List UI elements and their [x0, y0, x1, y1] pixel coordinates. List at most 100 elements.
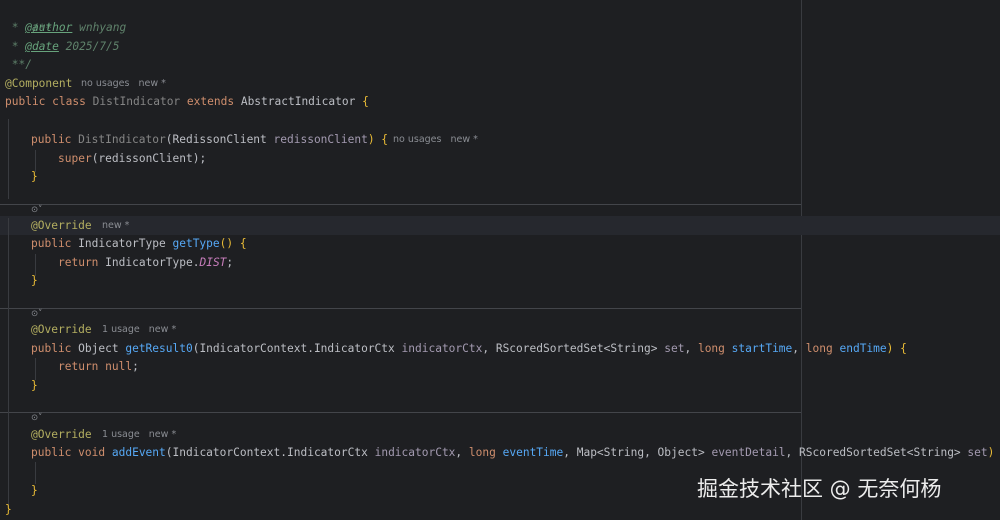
keyword-super: super: [58, 152, 92, 165]
keyword-public: public: [31, 133, 72, 146]
keyword-public: public: [31, 237, 72, 250]
method-brace-close: }: [31, 274, 38, 287]
class-brace-open: {: [362, 95, 369, 108]
method-open: ) {: [886, 342, 907, 355]
code-line-constructor-end[interactable]: }: [31, 167, 38, 186]
doc-date-tag: @date: [25, 40, 59, 53]
param-name: indicatorCtx: [401, 342, 483, 355]
override-gutter-icon[interactable]: ⊙˅: [31, 205, 42, 215]
constructor-usages-hint[interactable]: no usages new *: [393, 134, 478, 146]
param-name: indicatorCtx: [374, 446, 456, 459]
method-usages-hint[interactable]: 1 usage new *: [102, 324, 176, 336]
method-brace-close: }: [31, 379, 38, 392]
code-line-override-annotation[interactable]: @Override: [31, 320, 92, 339]
param-name: eventDetail: [711, 446, 786, 459]
code-line-class-declaration[interactable]: public class DistIndicator extends Abstr…: [5, 92, 369, 111]
code-line-return-null[interactable]: return null;: [58, 357, 139, 376]
indent-guide: [8, 119, 9, 199]
code-line-doc-close[interactable]: **/: [5, 55, 32, 74]
param-name: set: [664, 342, 685, 355]
code-line-doc-date[interactable]: * @date 2025/7/5: [5, 37, 120, 56]
enum-constant: DIST: [199, 256, 227, 269]
return-type: Object: [78, 342, 119, 355]
doc-author-tag: @author: [25, 21, 73, 34]
param-name: endTime: [839, 342, 887, 355]
doc-comment-prefix: *: [5, 40, 26, 53]
code-line-return-dist[interactable]: return IndicatorType.DIST;: [58, 253, 233, 272]
indent-guide: [8, 218, 9, 508]
method-open: ) {: [987, 446, 995, 459]
override-annotation: @Override: [31, 323, 92, 336]
class-brace-close: }: [5, 503, 12, 516]
code-line-component-annotation[interactable]: @Component: [5, 74, 72, 93]
param-name: set: [967, 446, 988, 459]
parent-class-name: AbstractIndicator: [240, 95, 356, 108]
override-gutter-icon[interactable]: ⊙˅: [31, 309, 42, 319]
constructor-name: DistIndicator: [78, 133, 166, 146]
param-type: , RScoredSortedSet<String>: [785, 446, 961, 459]
doc-date-value: 2025/7/5: [58, 40, 120, 53]
code-editor[interactable]: /** * @author wnhyang * @date 2025/7/5 *…: [0, 0, 1000, 520]
method-name: addEvent: [111, 446, 166, 459]
code-line-constructor-signature[interactable]: public DistIndicator(RedissonClient redi…: [31, 130, 388, 149]
keyword-long: long: [805, 342, 833, 355]
keyword-public: public: [31, 446, 72, 459]
class-usages-hint[interactable]: no usages new *: [81, 78, 166, 90]
method-name: getResult0: [125, 342, 193, 355]
class-name: DistIndicator: [92, 95, 181, 108]
code-line-addevent-end[interactable]: }: [31, 481, 38, 500]
code-line-override-annotation[interactable]: @Override: [31, 425, 92, 444]
code-line-addevent-signature[interactable]: public void addEvent(IndicatorContext.In…: [31, 443, 1000, 462]
doc-comment-close: **/: [5, 58, 32, 71]
method-usages-hint[interactable]: 1 usage new *: [102, 429, 176, 441]
code-line-gettype-signature[interactable]: public IndicatorType getType() {: [31, 234, 247, 253]
param-type: , RScoredSortedSet<String>: [482, 342, 658, 355]
code-line-getresult-end[interactable]: }: [31, 376, 38, 395]
method-separator: [0, 412, 801, 413]
param-type: RedissonClient: [172, 133, 267, 146]
code-line-doc-open[interactable]: /**: [5, 0, 52, 35]
keyword-public: public: [5, 95, 46, 108]
param-name: startTime: [731, 342, 793, 355]
method-brace-close: }: [31, 484, 38, 497]
keyword-long: long: [468, 446, 496, 459]
code-line-doc-author[interactable]: * @author wnhyang: [5, 18, 127, 37]
keyword-return: return: [58, 360, 99, 373]
keyword-extends: extends: [186, 95, 235, 108]
method-separator: [0, 308, 801, 309]
code-line-class-end[interactable]: }: [5, 500, 12, 519]
keyword-null: null: [105, 360, 133, 373]
code-line-super-call[interactable]: super(redissonClient);: [58, 149, 206, 168]
param-type: (IndicatorContext.IndicatorCtx: [192, 342, 395, 355]
super-arguments: (redissonClient);: [91, 152, 207, 165]
code-line-getresult-signature[interactable]: public Object getResult0(IndicatorContex…: [31, 339, 907, 358]
method-usages-hint[interactable]: new *: [102, 220, 129, 232]
override-gutter-icon[interactable]: ⊙˅: [31, 413, 42, 423]
keyword-long: long: [697, 342, 725, 355]
return-type: IndicatorType: [78, 237, 166, 250]
keyword-return: return: [58, 256, 99, 269]
keyword-void: void: [78, 446, 106, 459]
doc-author-value: wnhyang: [72, 21, 127, 34]
keyword-class: class: [52, 95, 86, 108]
enum-class-ref: IndicatorType.: [105, 256, 200, 269]
param-type: (IndicatorContext.IndicatorCtx: [165, 446, 368, 459]
method-separator: [0, 204, 801, 205]
constructor-open: ) {: [367, 133, 389, 146]
param-name: redissonClient: [273, 133, 368, 146]
param-name: eventTime: [502, 446, 564, 459]
override-annotation: @Override: [31, 219, 92, 232]
code-line-override-annotation[interactable]: @Override: [31, 216, 92, 235]
param-type: , Map<String, Object>: [563, 446, 705, 459]
method-name: getType: [172, 237, 220, 250]
constructor-brace-close: }: [31, 170, 38, 183]
code-line-gettype-end[interactable]: }: [31, 271, 38, 290]
doc-comment-prefix: *: [5, 21, 26, 34]
right-margin-guide: [801, 0, 802, 520]
method-open: () {: [219, 237, 247, 250]
component-annotation: @Component: [5, 77, 73, 90]
override-annotation: @Override: [31, 428, 92, 441]
keyword-public: public: [31, 342, 72, 355]
current-line-highlight: [0, 216, 1000, 235]
site-watermark: 掘金技术社区 @ 无奈何杨: [697, 477, 942, 501]
